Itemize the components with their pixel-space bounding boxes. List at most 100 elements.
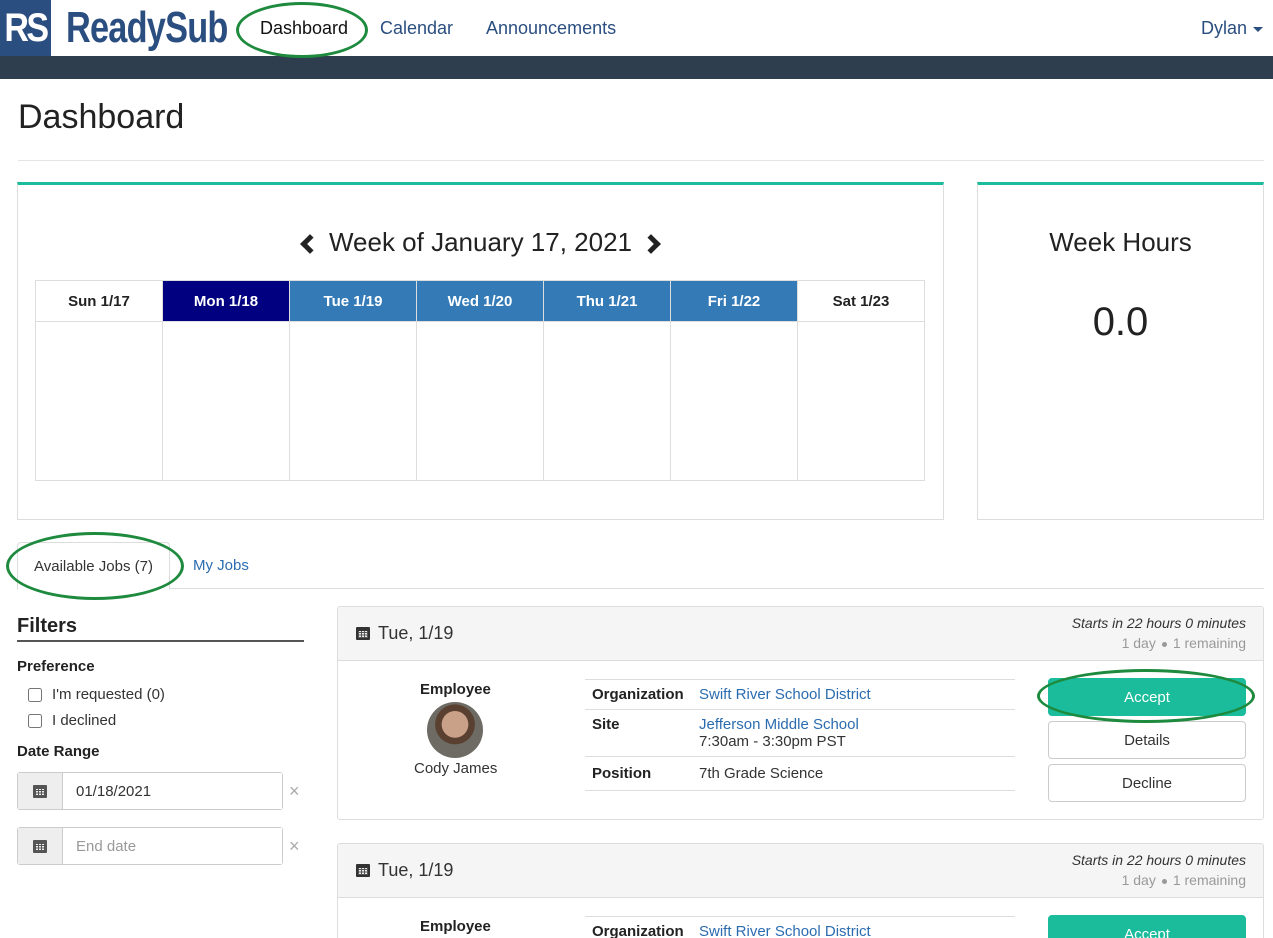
day-header-sat[interactable]: Sat 1/23 [798, 281, 924, 322]
employee-label: Employee [420, 918, 491, 935]
declined-filter[interactable]: I declined [17, 712, 304, 729]
day-cell[interactable] [798, 322, 924, 480]
job-card-header: Tue, 1/19 Starts in 22 hours 0 minutes 1… [338, 607, 1263, 661]
nav-dashboard[interactable]: Dashboard [260, 18, 348, 39]
job-tabs: Available Jobs (7) My Jobs [17, 542, 1264, 590]
job-date-text: Tue, 1/19 [378, 623, 454, 643]
filters-panel: Filters Preference I'm requested (0) I d… [17, 615, 304, 760]
week-label: Week of January 17, 2021 [328, 227, 633, 257]
logo-text: ReadySub [66, 3, 228, 52]
day-cell[interactable] [290, 322, 416, 480]
day-header-wed[interactable]: Wed 1/20 [417, 281, 543, 322]
decline-button[interactable]: Decline [1048, 764, 1246, 802]
requested-checkbox[interactable] [28, 687, 42, 702]
end-date-addon[interactable] [18, 828, 63, 864]
day-column: Mon 1/18 [163, 281, 290, 480]
job-date: Tue, 1/19 [356, 860, 453, 881]
job-starts-in: Starts in 22 hours 0 minutes [1071, 615, 1246, 631]
clear-end-date-icon[interactable]: × [289, 836, 300, 857]
job-starts-in: Starts in 22 hours 0 minutes [1071, 852, 1246, 868]
preference-label: Preference [17, 658, 95, 675]
accept-button[interactable]: Accept [1048, 915, 1246, 938]
job-meta: 1 day 1 remaining [1122, 872, 1246, 888]
calendar-icon [356, 627, 370, 640]
organization-link[interactable]: Swift River School District [699, 923, 871, 938]
top-navbar: RS ReadySub Dashboard Calendar Announcem… [0, 0, 1273, 56]
end-date-input[interactable] [63, 828, 282, 864]
day-cell[interactable] [671, 322, 797, 480]
nav-calendar[interactable]: Calendar [380, 18, 453, 39]
declined-checkbox[interactable] [28, 713, 42, 728]
site-link[interactable]: Jefferson Middle School [699, 716, 859, 733]
day-header-tue[interactable]: Tue 1/19 [290, 281, 416, 322]
day-header-fri[interactable]: Fri 1/22 [671, 281, 797, 322]
navbar-stripe [0, 56, 1273, 79]
filters-title: Filters [17, 615, 304, 642]
page-title: Dashboard [18, 98, 185, 136]
user-name: Dylan [1200, 18, 1247, 38]
week-grid: Sun 1/17 Mon 1/18 Tue 1/19 Wed 1/20 Thu … [35, 280, 925, 481]
chevron-right-icon[interactable] [641, 234, 661, 255]
day-cell[interactable] [417, 322, 543, 480]
readysub-logo[interactable]: RS ReadySub [0, 0, 228, 56]
job-card: Tue, 1/19 Starts in 22 hours 0 minutes 1… [337, 606, 1264, 820]
job-remaining: 1 remaining [1172, 872, 1246, 888]
date-range-label: Date Range [17, 743, 100, 760]
day-header-mon[interactable]: Mon 1/18 [163, 281, 289, 322]
accept-button[interactable]: Accept [1048, 678, 1246, 716]
organization-row: Organization Swift River School District [585, 680, 1015, 710]
user-menu[interactable]: Dylan [1201, 18, 1263, 39]
tab-available-jobs[interactable]: Available Jobs (7) [17, 542, 170, 590]
job-card-header: Tue, 1/19 Starts in 22 hours 0 minutes 1… [338, 844, 1263, 898]
week-calendar-panel: Week of January 17, 2021 Sun 1/17 Mon 1/… [17, 182, 944, 520]
logo-mark: RS [0, 0, 51, 56]
chevron-left-icon[interactable] [300, 234, 320, 255]
job-details-table: Organization Swift River School District [585, 916, 1015, 938]
day-header-thu[interactable]: Thu 1/21 [544, 281, 670, 322]
job-time: 7:30am - 3:30pm PST [699, 733, 846, 750]
site-row: Site Jefferson Middle School 7:30am - 3:… [585, 710, 1015, 757]
day-cell[interactable] [544, 322, 670, 480]
start-date-addon[interactable] [18, 773, 63, 809]
week-header: Week of January 17, 2021 [18, 227, 943, 258]
day-header-sun[interactable]: Sun 1/17 [36, 281, 162, 322]
job-remaining: 1 remaining [1172, 635, 1246, 651]
day-column: Wed 1/20 [417, 281, 544, 480]
job-date: Tue, 1/19 [356, 623, 453, 644]
declined-label: I declined [52, 712, 117, 729]
organization-row: Organization Swift River School District [585, 917, 1015, 938]
job-date-text: Tue, 1/19 [378, 860, 454, 880]
organization-link[interactable]: Swift River School District [699, 686, 871, 703]
day-cell[interactable] [36, 322, 162, 480]
start-date-group [17, 772, 283, 810]
caret-down-icon [1253, 26, 1263, 32]
tab-my-jobs[interactable]: My Jobs [177, 542, 265, 589]
job-details-table: Organization Swift River School District… [585, 679, 1015, 791]
job-card: Tue, 1/19 Starts in 22 hours 0 minutes 1… [337, 843, 1264, 938]
start-date-input[interactable] [63, 773, 282, 809]
bullet-dot-icon [1161, 878, 1167, 884]
divider [18, 160, 1264, 161]
calendar-icon [33, 784, 47, 798]
clear-start-date-icon[interactable]: × [289, 781, 300, 802]
end-date-group [17, 827, 283, 865]
calendar-icon [33, 839, 47, 853]
day-column: Sun 1/17 [36, 281, 163, 480]
day-column: Sat 1/23 [798, 281, 924, 480]
week-hours-title: Week Hours [1049, 227, 1192, 257]
position-row: Position 7th Grade Science [585, 757, 1015, 791]
requested-label: I'm requested (0) [52, 686, 165, 703]
details-button[interactable]: Details [1048, 721, 1246, 759]
job-duration: 1 day [1121, 872, 1156, 888]
nav-announcements[interactable]: Announcements [486, 18, 616, 39]
employee-name: Cody James [414, 760, 498, 777]
day-column: Fri 1/22 [671, 281, 798, 480]
job-duration: 1 day [1121, 635, 1156, 651]
position-value: 7th Grade Science [699, 765, 824, 782]
requested-filter[interactable]: I'm requested (0) [17, 686, 304, 703]
day-cell[interactable] [163, 322, 289, 480]
bullet-dot-icon [1161, 641, 1167, 647]
week-hours-value: 0.0 [1092, 300, 1149, 344]
site-label: Site [592, 716, 620, 733]
job-meta: 1 day 1 remaining [1122, 635, 1246, 651]
